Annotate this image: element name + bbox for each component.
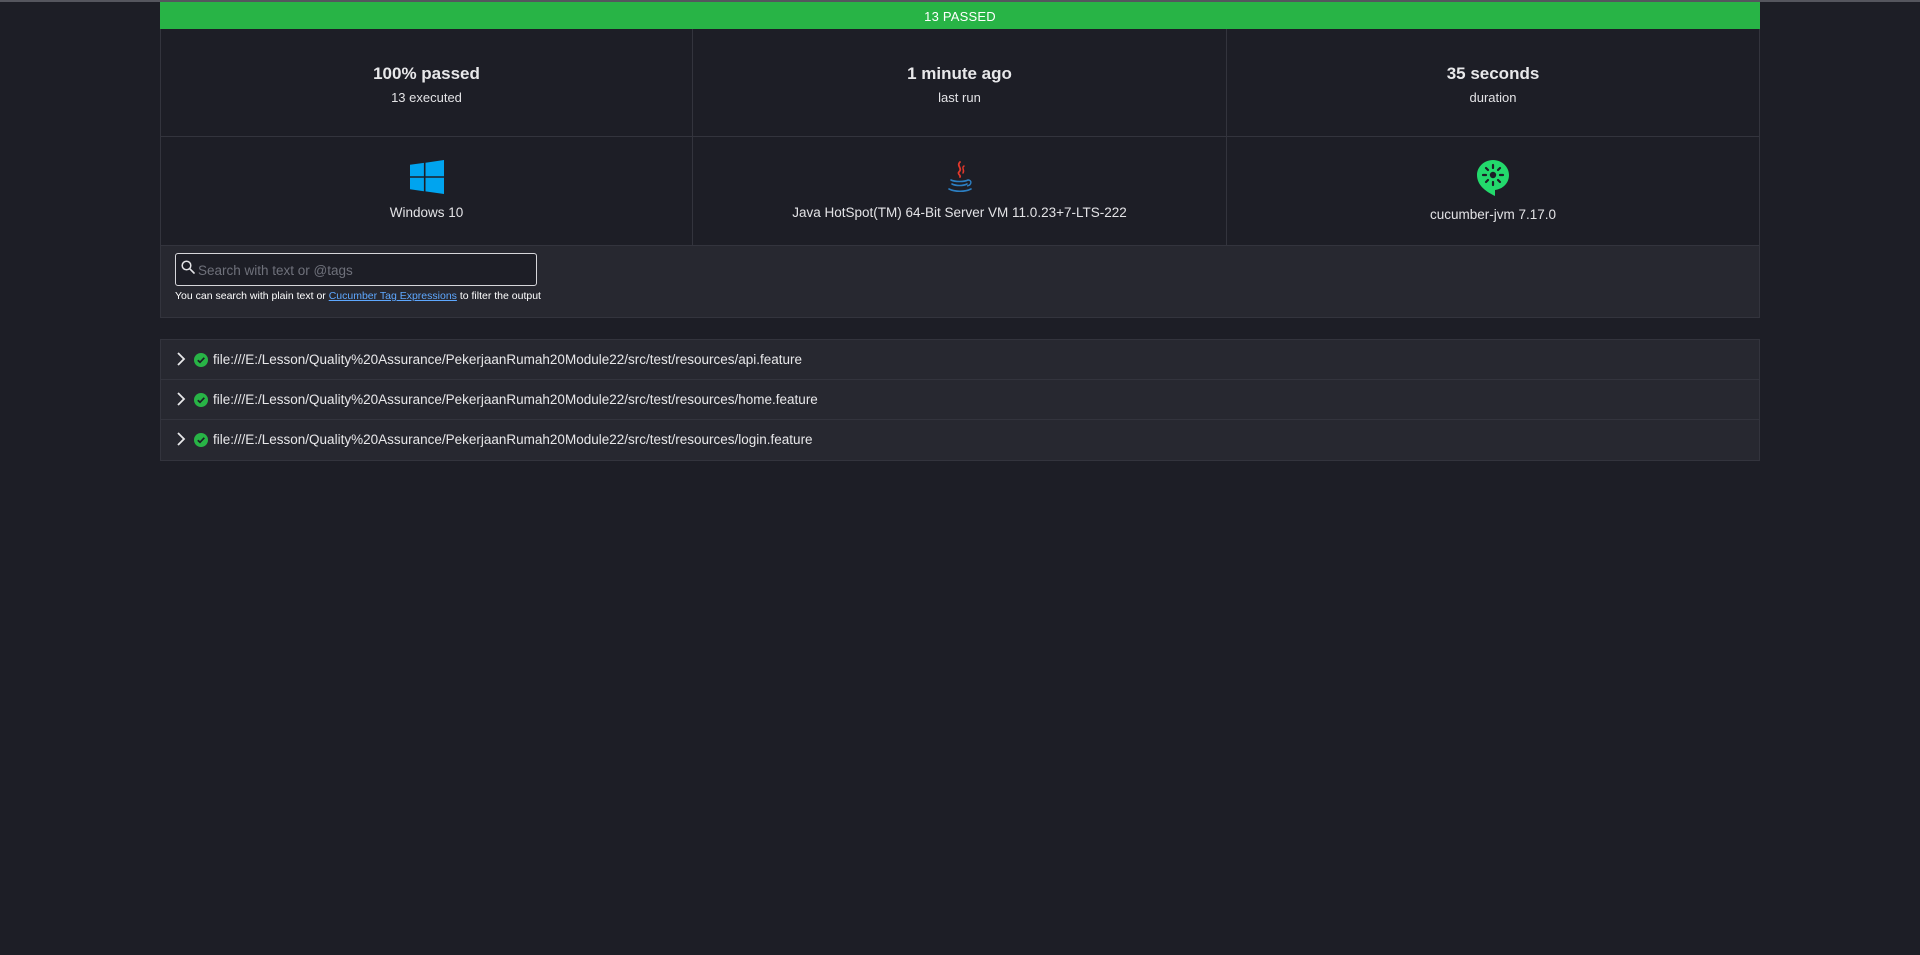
tag-expressions-link[interactable]: Cucumber Tag Expressions [329,290,457,302]
feature-uri: file:///E:/Lesson/Quality%20Assurance/Pe… [213,432,813,447]
search-icon [181,260,195,279]
feature-item-login[interactable]: file:///E:/Lesson/Quality%20Assurance/Pe… [161,420,1759,460]
env-implementation-label: cucumber-jvm 7.17.0 [1429,207,1557,222]
env-runtime-label: Java HotSpot(TM) 64-Bit Server VM 11.0.2… [792,205,1127,220]
search-hint: You can search with plain text or Cucumb… [175,290,541,302]
passed-status-icon [194,433,208,452]
chevron-right-icon[interactable] [176,432,186,451]
stat-duration-label: duration [1469,90,1517,105]
stat-duration: 35 seconds duration [1227,29,1760,137]
stat-passed-value: 100% passed [373,64,480,83]
feature-uri: file:///E:/Lesson/Quality%20Assurance/Pe… [213,352,803,367]
env-runtime: Java HotSpot(TM) 64-Bit Server VM 11.0.2… [693,137,1227,246]
stat-last-run-value: 1 minute ago [907,64,1012,83]
search-panel: You can search with plain text or Cucumb… [160,246,1760,318]
java-icon [947,161,973,200]
status-banner: 13 PASSED [160,2,1760,29]
chevron-right-icon[interactable] [176,392,186,411]
chevron-right-icon[interactable] [176,352,186,371]
cucumber-icon [1476,159,1510,202]
stat-passed-label: 13 executed [391,90,462,105]
feature-item-home[interactable]: file:///E:/Lesson/Quality%20Assurance/Pe… [161,380,1759,420]
feature-list: file:///E:/Lesson/Quality%20Assurance/Pe… [160,339,1760,461]
search-input[interactable] [196,254,535,287]
search-hint-prefix: You can search with plain text or [175,290,329,302]
stat-duration-value: 35 seconds [1446,64,1540,83]
stat-last-run: 1 minute ago last run [693,29,1227,137]
feature-item-api[interactable]: file:///E:/Lesson/Quality%20Assurance/Pe… [161,340,1759,380]
environment-row: Windows 10 Java HotSpot(TM) 64-Bit Serve… [160,137,1760,246]
search-field[interactable] [175,253,537,287]
passed-status-icon [194,353,208,372]
env-implementation: cucumber-jvm 7.17.0 [1227,137,1760,246]
stats-row: 100% passed 13 executed 1 minute ago las… [160,29,1760,137]
report-container: 13 PASSED 100% passed 13 executed 1 minu… [160,2,1760,461]
env-os-label: Windows 10 [389,205,464,220]
windows-icon [409,160,444,199]
passed-status-icon [194,393,208,412]
search-hint-suffix: to filter the output [456,290,541,302]
stat-last-run-label: last run [938,90,981,105]
env-os: Windows 10 [160,137,693,246]
stat-passed: 100% passed 13 executed [160,29,693,137]
feature-uri: file:///E:/Lesson/Quality%20Assurance/Pe… [213,392,818,407]
